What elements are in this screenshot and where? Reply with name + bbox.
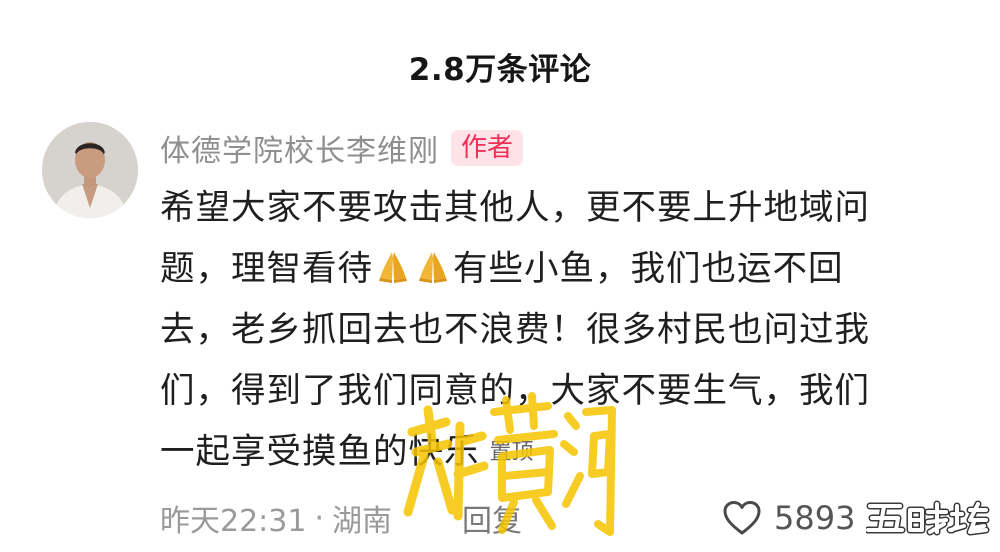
comment-time: 昨天22:31 bbox=[160, 504, 307, 539]
heart-icon bbox=[723, 501, 761, 535]
comment-line-text: 一起享受摸鱼的快乐 bbox=[160, 432, 480, 472]
comment-line: 一起享受摸鱼的快乐 置顶 bbox=[160, 422, 950, 483]
palms-together-icon bbox=[379, 252, 407, 283]
comment-line-text: 题，理智看待 bbox=[160, 249, 373, 289]
comment-count-title: 2.8万条评论 bbox=[408, 52, 592, 88]
like-count: 5893 bbox=[774, 499, 856, 537]
comment-location: 湖南 bbox=[332, 504, 393, 539]
pinned-tag: 置顶 bbox=[489, 440, 534, 465]
comment-line: 希望大家不要攻击其他人，更不要上升地域问 bbox=[160, 188, 870, 228]
comment-line-text: 有些小鱼，我们也运不回 bbox=[453, 249, 844, 289]
comment-meta: 昨天22:31 · 湖南 回复 bbox=[160, 496, 522, 540]
meta-separator: · bbox=[314, 500, 325, 536]
site-watermark bbox=[866, 500, 990, 536]
author-badge: 作者 bbox=[451, 130, 524, 166]
comment-line: 去，老乡抓回去也不浪费！很多村民也问过我 bbox=[160, 310, 870, 350]
reply-button[interactable]: 回复 bbox=[462, 496, 522, 540]
author-name[interactable]: 体德学院校长李维刚 bbox=[160, 126, 439, 170]
comment-header: 体德学院校长李维刚 作者 bbox=[160, 126, 524, 170]
comment-text: 希望大家不要攻击其他人，更不要上升地域问 题，理智看待 有些小鱼，我们也运不回 去… bbox=[160, 178, 950, 483]
avatar-photo bbox=[42, 122, 138, 218]
comment-line: 们，得到了我们同意的，大家不要生气，我们 bbox=[160, 371, 870, 411]
palms-together-icon bbox=[419, 252, 447, 283]
comment-line: 题，理智看待 有些小鱼，我们也运不回 bbox=[160, 239, 950, 300]
avatar[interactable] bbox=[42, 122, 138, 218]
like-button[interactable]: 5893 bbox=[722, 496, 855, 540]
